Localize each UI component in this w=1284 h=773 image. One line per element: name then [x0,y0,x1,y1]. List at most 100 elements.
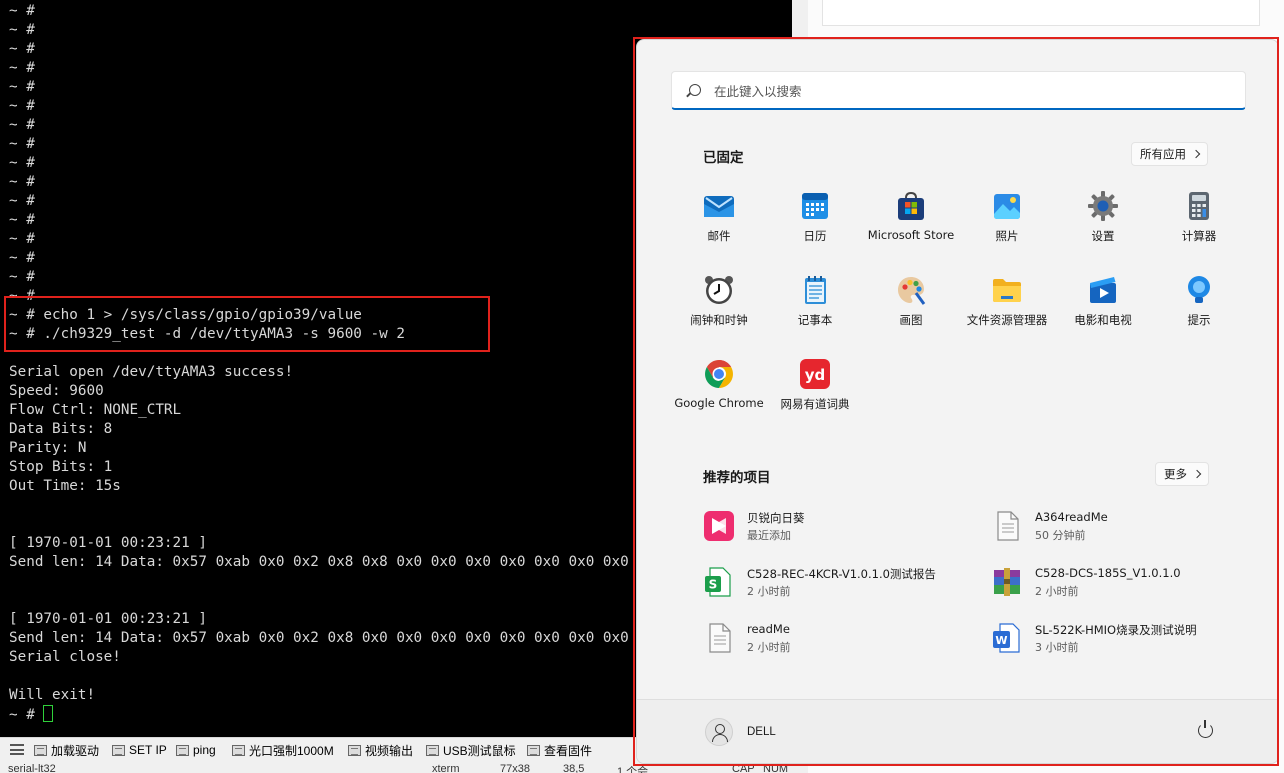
terminal-line: ~ # [9,135,35,154]
gear-icon [1088,191,1118,221]
pinned-app-paint[interactable]: 画图 [863,264,959,336]
status-size: 77x38 [500,763,530,773]
more-button[interactable]: 更多 [1155,462,1209,486]
chrome-icon [705,360,733,388]
recommended-section-title: 推荐的项目 [703,470,771,486]
pinned-app-settings[interactable]: 设置 [1055,180,1151,252]
toolbar-button-usb-mouse-test[interactable]: USB测试鼠标 [426,742,516,758]
youdao-icon: yd [800,359,830,389]
terminal-line-text: ~ # [9,3,35,19]
recommended-item-name: C528-REC-4KCR-V1.0.1.0测试报告 [747,567,936,581]
command-icon [232,744,245,756]
terminal-line: ~ # [9,268,35,287]
pinned-app-movies-tv[interactable]: 电影和电视 [1055,264,1151,336]
recommended-item[interactable]: C528-DCS-185S_V1.0.1.0 2 小时前 [991,560,1261,604]
terminal-line: ~ # [9,2,35,21]
all-apps-label: 所有应用 [1140,147,1186,161]
command-icon [112,744,125,756]
pinned-app-file-explorer[interactable]: 文件资源管理器 [959,264,1055,336]
search-input[interactable] [714,81,1214,101]
terminal-line: ~ # [9,21,35,40]
terminal-line-text: ~ # [9,155,35,171]
app-label: 提示 [1187,313,1211,327]
terminal-line: Out Time: 15s [9,477,121,496]
recommended-item-name: 贝锐向日葵 [747,511,805,525]
recommended-item[interactable]: A364readMe 50 分钟前 [991,504,1261,548]
recommended-item[interactable]: 贝锐向日葵 最近添加 [703,504,973,548]
pinned-app-alarms-clock[interactable]: 闹钟和时钟 [671,264,767,336]
user-name[interactable]: DELL [747,726,776,738]
command-highlight-box [4,296,490,352]
recommended-item[interactable]: S C528-REC-4KCR-V1.0.1.0测试报告 2 小时前 [703,560,973,604]
recommended-item-name: readMe [747,622,790,636]
app-label: 闹钟和时钟 [690,313,748,327]
recommended-item-name: C528-DCS-185S_V1.0.1.0 [1035,566,1181,580]
status-session: serial-lt32 [8,763,56,773]
power-icon[interactable] [1198,720,1213,738]
status-sessions: 1 个会 [617,766,649,773]
terminal-line-text: Parity: N [9,440,87,456]
pinned-app-microsoft-store[interactable]: Microsoft Store [863,180,959,252]
terminal-line-text: Speed: 9600 [9,383,104,399]
start-menu: 已固定 所有应用 邮件 日历 Microsoft Store 照片 设置 计算器… [636,39,1279,764]
terminal-cursor [43,705,54,722]
pinned-app-tips[interactable]: 提示 [1151,264,1247,336]
terminal-line: ~ # [9,97,35,116]
all-apps-button[interactable]: 所有应用 [1131,142,1208,166]
pinned-app-mail[interactable]: 邮件 [671,180,767,252]
mail-icon [704,196,734,217]
toolbar-button-label: 视频输出 [365,743,414,758]
user-avatar-icon[interactable] [705,718,733,746]
pinned-app-notepad[interactable]: 记事本 [767,264,863,336]
terminal-line-text: Serial open /dev/ttyAMA3 success! [9,364,294,380]
svg-text:W: W [995,634,1007,647]
app-label: 计算器 [1181,229,1217,243]
pinned-app-photos[interactable]: 照片 [959,180,1055,252]
lightbulb-icon [1188,276,1210,303]
terminal-line: ~ # [9,78,35,97]
terminal-line: Send len: 14 Data: 0x57 0xab 0x0 0x2 0x8… [9,553,663,572]
pinned-app-google-chrome[interactable]: Google Chrome [671,348,767,420]
terminal-line-text: ~ # [9,212,35,228]
toolbar-button-ping[interactable]: ping [176,742,216,758]
toolbar-button-optical-port[interactable]: 光口强制1000M [232,742,334,758]
recommended-item-time: 2 小时前 [1035,585,1079,598]
terminal-line-text: ~ # [9,79,35,95]
terminal-line-text: ~ # [9,174,35,190]
recommended-item[interactable]: readMe 2 小时前 [703,616,973,660]
recommended-item-time: 最近添加 [747,529,791,542]
recommended-item[interactable]: W SL-522K-HMIO烧录及测试说明 3 小时前 [991,616,1261,660]
recommended-item-time: 50 分钟前 [1035,529,1086,542]
notepad-icon [805,276,826,304]
terminal-line: ~ # [9,230,35,249]
command-icon [176,744,189,756]
pinned-app-calculator[interactable]: 计算器 [1151,180,1247,252]
terminal-line-text: Out Time: 15s [9,478,121,494]
pinned-app-calendar[interactable]: 日历 [767,180,863,252]
command-icon [34,744,47,756]
toolbar-button-set-ip[interactable]: SET IP [112,742,167,758]
toolbar-menu-icon[interactable] [10,744,24,755]
terminal-line: Serial open /dev/ttyAMA3 success! [9,363,293,382]
status-cursor-pos: 38,5 [563,763,585,773]
app-label: 网易有道词典 [780,397,850,411]
terminal-line: Parity: N [9,439,86,458]
terminal-line: ~ # [9,705,54,724]
terminal-line-text: ~ # [9,231,35,247]
status-caps: CAP [732,763,755,773]
background-window-panel [822,0,1260,26]
toolbar-button-view-firmware[interactable]: 查看固件 [527,742,592,758]
app-label: 文件资源管理器 [966,313,1048,327]
terminal-line-text: ~ # [9,60,35,76]
toolbar-button-video-output[interactable]: 视频输出 [348,742,413,758]
terminal-line-text: ~ # [9,41,35,57]
calendar-icon [802,193,828,219]
terminal-line-text: Data Bits: 8 [9,421,113,437]
pinned-app-youdao-dict[interactable]: yd 网易有道词典 [767,348,863,420]
store-icon [898,191,924,220]
toolbar-button-label: ping [193,743,216,757]
svg-text:yd: yd [805,366,826,384]
terminal-line: Serial close! [9,648,121,667]
toolbar-button-load-driver[interactable]: 加载驱动 [34,742,99,758]
search-box[interactable] [671,71,1246,110]
